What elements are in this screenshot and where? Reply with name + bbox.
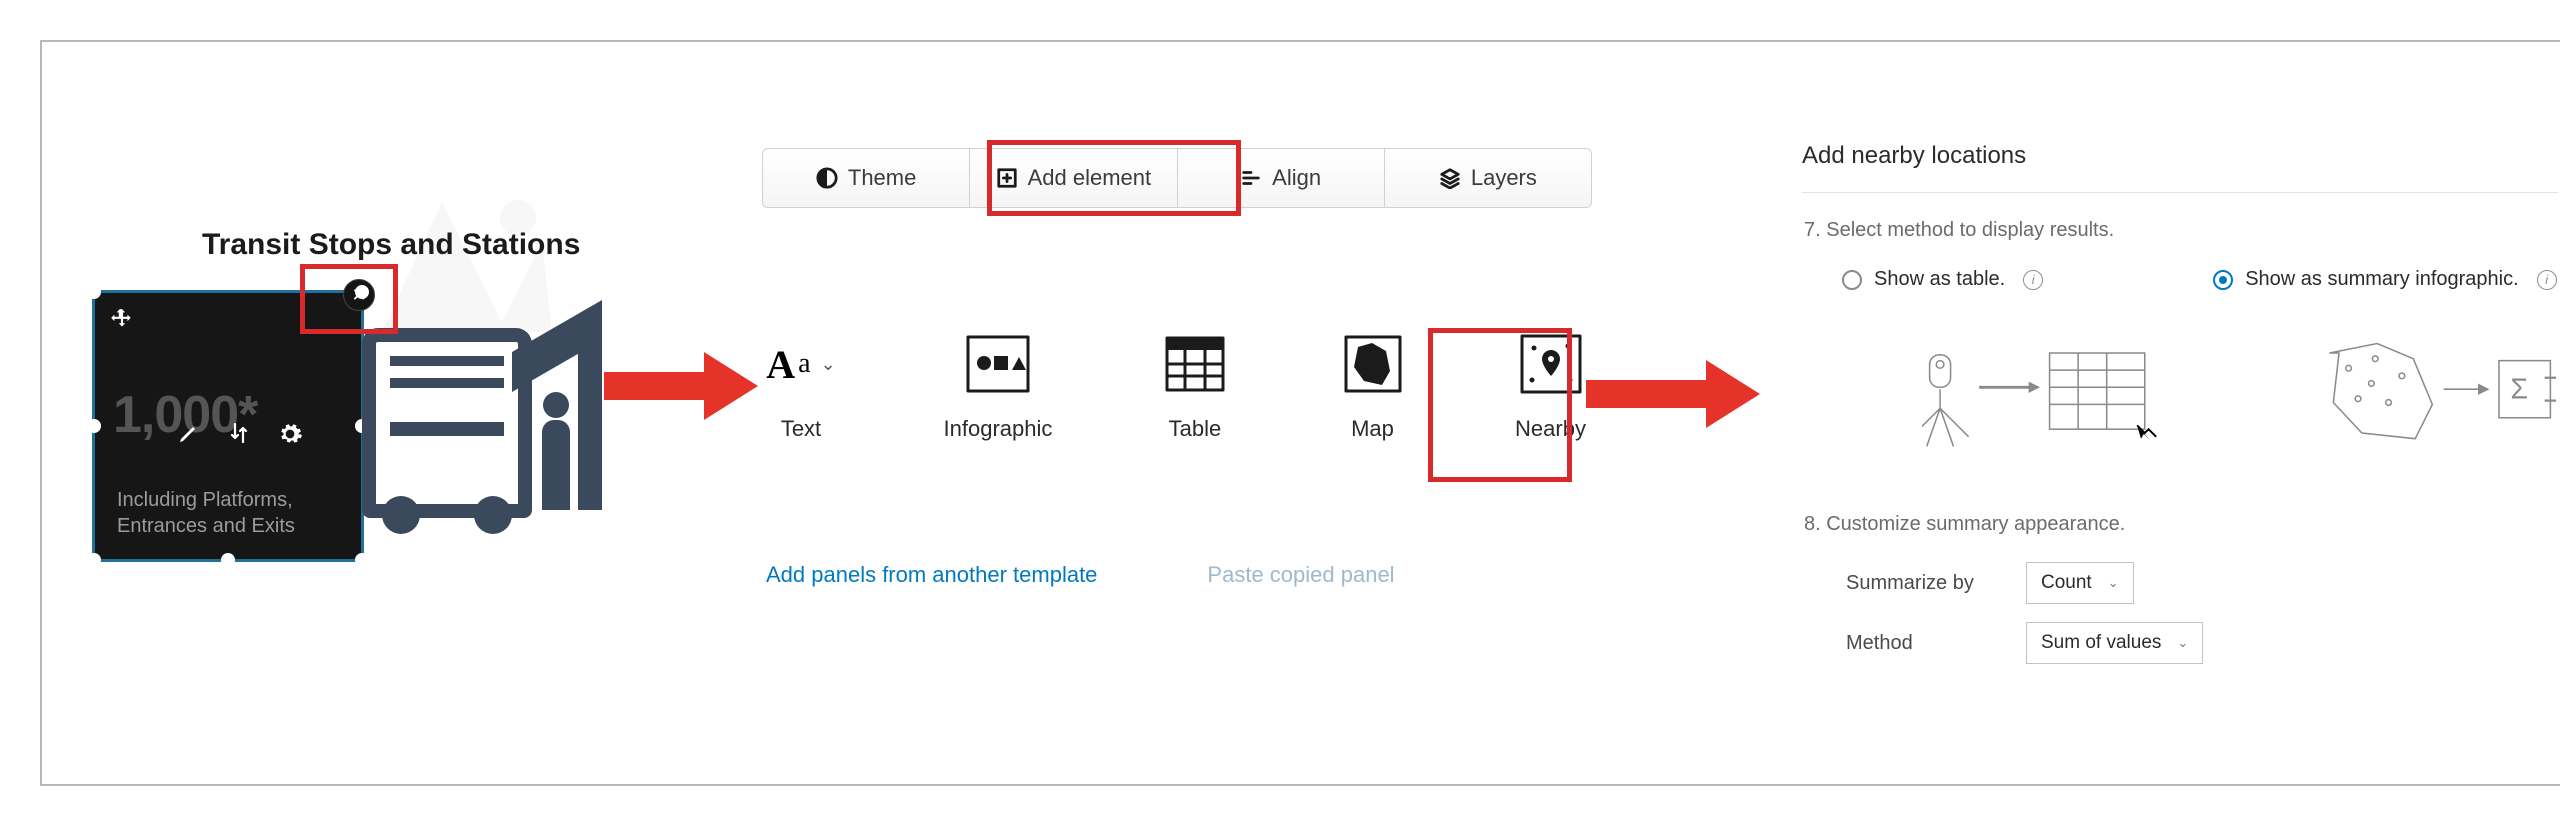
gallery-infographic[interactable]: Infographic [944, 332, 1053, 442]
chevron-down-icon: ⌄ [2177, 635, 2188, 651]
chevron-down-icon: ⌄ [2108, 575, 2119, 591]
panel-title: Add nearby locations [1802, 142, 2558, 170]
radio-icon [1842, 270, 1862, 290]
swap-icon[interactable] [227, 421, 251, 452]
method-label: Method [1846, 632, 2026, 655]
gallery-table[interactable]: Table [1160, 332, 1230, 442]
gallery-text[interactable]: A a ⌄ Text [766, 332, 836, 442]
arrow-icon [604, 362, 758, 410]
card-title: Transit Stops and Stations [202, 228, 580, 262]
info-icon[interactable]: i [2537, 270, 2557, 290]
svg-text:Σ: Σ [2510, 374, 2528, 406]
radio-icon [2213, 270, 2233, 290]
gallery-map[interactable]: Map [1338, 332, 1408, 442]
summarize-by-dropdown[interactable]: Count ⌄ [2026, 562, 2134, 604]
paste-panel-link[interactable]: Paste copied panel [1207, 562, 1394, 588]
layers-button[interactable]: Layers [1385, 149, 1591, 207]
step-8-label: 8. Customize summary appearance. [1804, 513, 2558, 536]
method-dropdown[interactable]: Sum of values ⌄ [2026, 622, 2203, 664]
gear-icon[interactable] [277, 421, 303, 452]
info-icon[interactable]: i [2023, 270, 2043, 290]
callout-close [300, 264, 398, 334]
table-preview-thumb [1922, 333, 2160, 453]
arrow-icon [1586, 370, 1760, 418]
callout-nearby [1428, 328, 1572, 482]
show-as-table-option[interactable]: Show as table. i [1842, 268, 2043, 291]
show-as-summary-option[interactable]: Show as summary infographic. i [2213, 268, 2556, 291]
step-7-label: 7. Select method to display results. [1804, 219, 2558, 242]
callout-add-element [987, 140, 1241, 216]
summary-preview-thumb: Σ [2320, 333, 2558, 453]
card-caption: Including Platforms, Entrances and Exits [117, 487, 295, 539]
edit-icon[interactable] [177, 421, 201, 452]
summarize-by-label: Summarize by [1846, 572, 2026, 595]
theme-button[interactable]: Theme [763, 149, 970, 207]
add-panels-link[interactable]: Add panels from another template [766, 562, 1097, 588]
nearby-config-panel: Add nearby locations 7. Select method to… [1802, 142, 2558, 764]
transit-illustration [362, 290, 602, 560]
move-icon[interactable] [109, 307, 135, 340]
